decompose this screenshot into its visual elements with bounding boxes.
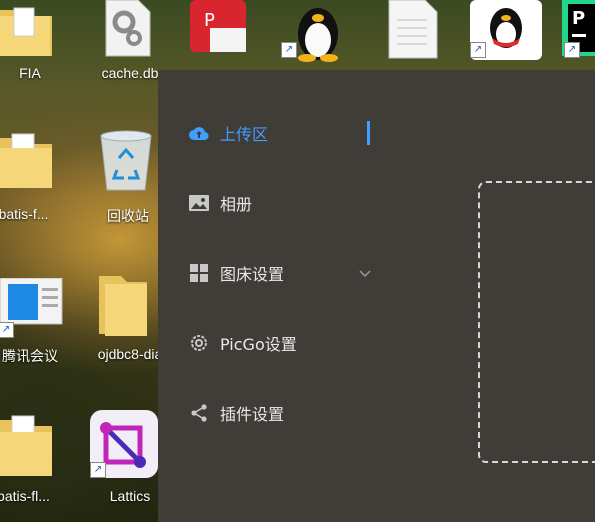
picture-icon [188, 192, 210, 214]
sidebar-item-picgo-settings[interactable]: PicGo设置 [188, 328, 378, 358]
recycle-bin-icon [100, 130, 152, 191]
upload-drop-area[interactable] [478, 181, 595, 463]
svg-text:P: P [572, 8, 585, 29]
desktop-icon-penguin[interactable]: ↗ [281, 0, 353, 65]
sidebar-item-upload[interactable]: 上传区 [188, 118, 378, 148]
shortcut-arrow-icon: ↗ [470, 42, 486, 58]
shortcut-arrow-icon: ↗ [0, 322, 14, 338]
shortcut-arrow-icon: ↗ [564, 42, 580, 58]
sidebar-item-label: 插件设置 [220, 405, 285, 424]
share-icon [188, 402, 210, 424]
sidebar-item-label: 相册 [220, 195, 253, 214]
desktop-icon-cache-db[interactable]: cache.db [95, 0, 158, 90]
sidebar-item-label: 上传区 [220, 125, 269, 144]
svg-text:P: P [204, 10, 215, 31]
desktop-icon-label: FIA [19, 65, 41, 81]
shortcut-arrow-icon: ↗ [90, 462, 106, 478]
sidebar-item-gallery[interactable]: 相册 [188, 188, 378, 218]
settings-file-icon [105, 0, 151, 57]
sidebar-item-plugin-settings[interactable]: 插件设置 [188, 398, 378, 428]
folder-icon [0, 133, 52, 188]
desktop-icon-label: ybatis-f... [0, 206, 49, 222]
desktop-icon-mybatis-1[interactable]: ybatis-f... [0, 130, 60, 225]
sidebar-item-label: PicGo设置 [220, 335, 297, 354]
desktop-icon-pycharm[interactable]: P ↗ [562, 0, 595, 65]
gear-icon [188, 332, 210, 354]
desktop-icon-ojdbc8[interactable]: ojdbc8-dia [95, 272, 162, 367]
active-indicator [367, 121, 370, 145]
desktop-icon-recycle-bin[interactable]: 回收站 [95, 128, 155, 224]
chevron-down-icon[interactable] [358, 264, 372, 283]
document-icon [388, 0, 438, 59]
grid-icon [188, 262, 210, 284]
folder-icon [0, 7, 52, 56]
desktop-icon-label: ybatis-fl... [0, 488, 50, 504]
wps-pdf-icon: P [190, 0, 246, 52]
desktop-icon-label: 腾讯会议 [2, 348, 58, 364]
picgo-window: 上传区 相册 图床设置 PicGo设置 插件设置 [158, 70, 595, 522]
folder-icon [99, 276, 147, 336]
desktop-icon-fia[interactable]: FIA [0, 0, 60, 90]
sidebar-item-image-host-settings[interactable]: 图床设置 [188, 258, 378, 288]
sidebar-item-label: 图床设置 [220, 265, 285, 284]
desktop-icon-qq[interactable]: ↗ [470, 0, 545, 65]
desktop-icon-lattics[interactable]: ↗ Lattics [90, 410, 160, 510]
desktop-icon-mybatis-2[interactable]: ybatis-fl... [0, 412, 60, 507]
desktop-icon-document[interactable] [385, 0, 445, 65]
upload-cloud-icon [188, 122, 210, 144]
folder-icon [0, 415, 52, 476]
desktop-icon-tencent-meeting[interactable]: ↗ 腾讯会议 [0, 278, 65, 368]
desktop-icon-wps-pdf[interactable]: P [190, 0, 250, 70]
shortcut-arrow-icon: ↗ [281, 42, 297, 58]
sidebar-menu: 上传区 相册 图床设置 PicGo设置 插件设置 [158, 70, 398, 522]
